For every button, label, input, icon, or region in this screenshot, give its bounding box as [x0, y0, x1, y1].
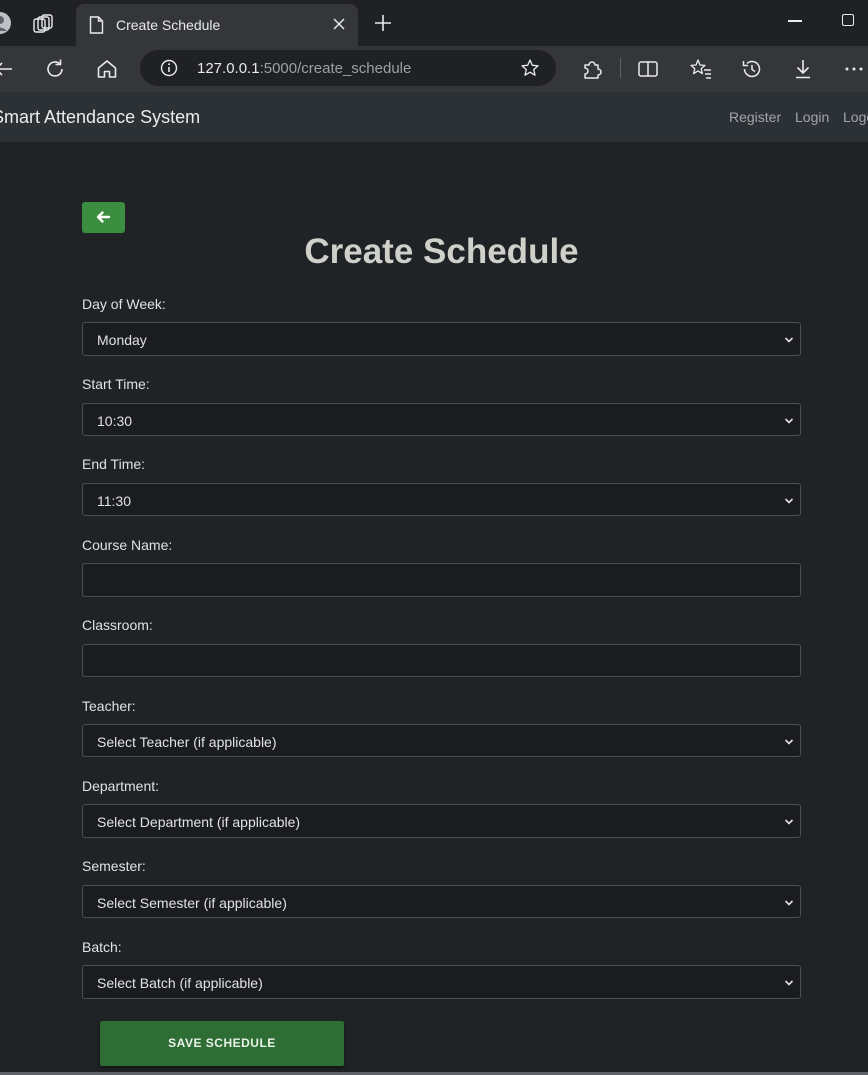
arrow-left-icon: [96, 211, 111, 223]
more-menu-icon[interactable]: [841, 56, 867, 82]
new-tab-icon[interactable]: [373, 13, 393, 33]
history-icon[interactable]: [739, 56, 765, 82]
batch-select[interactable]: Select Batch (if applicable): [82, 965, 801, 999]
url-text: 127.0.0.1:5000/create_schedule: [197, 60, 411, 77]
maximize-window-icon[interactable]: [842, 14, 854, 26]
nav-logout-link[interactable]: Logout: [843, 109, 868, 125]
course-name-label: Course Name:: [82, 537, 173, 553]
tab-title: Create Schedule: [116, 17, 221, 33]
semester-value: Select Semester (if applicable): [97, 895, 287, 911]
favorites-icon[interactable]: [688, 56, 714, 82]
department-label: Department:: [82, 778, 160, 794]
close-tab-icon[interactable]: [330, 15, 348, 33]
start-time-value: 10:30: [97, 413, 133, 429]
day-of-week-value: Monday: [97, 332, 147, 348]
brand-title[interactable]: Smart Attendance System: [0, 107, 200, 128]
day-of-week-select[interactable]: Monday: [82, 322, 801, 356]
workspaces-icon[interactable]: [32, 13, 54, 35]
toolbar-divider: [620, 58, 621, 78]
chevron-down-icon: [784, 418, 794, 424]
browser-toolbar: 127.0.0.1:5000/create_schedule: [0, 46, 868, 92]
department-select[interactable]: Select Department (if applicable): [82, 804, 801, 838]
batch-value: Select Batch (if applicable): [97, 975, 263, 991]
start-time-label: Start Time:: [82, 376, 150, 392]
semester-label: Semester:: [82, 858, 146, 874]
profile-avatar-icon[interactable]: [0, 10, 12, 36]
url-host: 127.0.0.1: [197, 60, 260, 77]
teacher-value: Select Teacher (if applicable): [97, 734, 277, 750]
split-screen-icon[interactable]: [635, 56, 661, 82]
reload-icon[interactable]: [42, 56, 68, 82]
end-time-value: 11:30: [97, 493, 131, 509]
minimize-window-icon[interactable]: [788, 20, 802, 22]
chevron-down-icon: [784, 337, 794, 343]
batch-label: Batch:: [82, 939, 122, 955]
classroom-input[interactable]: [82, 644, 801, 677]
favorite-star-icon[interactable]: [520, 58, 540, 78]
back-arrow-icon[interactable]: [0, 56, 16, 82]
save-schedule-button[interactable]: SAVE SCHEDULE: [100, 1021, 344, 1066]
address-bar[interactable]: 127.0.0.1:5000/create_schedule: [140, 50, 556, 86]
browser-tab-strip: Create Schedule: [0, 0, 868, 46]
nav-login-link[interactable]: Login: [795, 109, 829, 125]
chevron-down-icon: [784, 498, 794, 504]
semester-select[interactable]: Select Semester (if applicable): [82, 885, 801, 918]
chevron-down-icon: [784, 980, 794, 986]
page-icon: [89, 16, 104, 34]
site-navbar: Smart Attendance System Register Login L…: [0, 92, 868, 142]
url-path: :5000/create_schedule: [259, 60, 412, 77]
nav-register-link[interactable]: Register: [729, 109, 781, 125]
chevron-down-icon: [784, 900, 794, 906]
classroom-label: Classroom:: [82, 617, 153, 633]
start-time-select[interactable]: 10:30: [82, 403, 801, 436]
home-icon[interactable]: [94, 56, 120, 82]
teacher-label: Teacher:: [82, 698, 136, 714]
page-title: Create Schedule: [304, 232, 579, 271]
teacher-select[interactable]: Select Teacher (if applicable): [82, 724, 801, 757]
end-time-select[interactable]: 11:30: [82, 483, 801, 516]
back-button[interactable]: [82, 202, 125, 233]
day-of-week-label: Day of Week:: [82, 296, 166, 312]
course-name-input[interactable]: [82, 563, 801, 597]
active-tab[interactable]: Create Schedule: [76, 4, 358, 46]
chevron-down-icon: [784, 739, 794, 745]
download-icon[interactable]: [790, 56, 816, 82]
save-schedule-label: SAVE SCHEDULE: [168, 1036, 276, 1050]
department-value: Select Department (if applicable): [97, 814, 301, 830]
chevron-down-icon: [784, 819, 794, 825]
end-time-label: End Time:: [82, 456, 146, 472]
site-info-icon[interactable]: [160, 59, 178, 77]
extensions-icon[interactable]: [579, 56, 605, 82]
